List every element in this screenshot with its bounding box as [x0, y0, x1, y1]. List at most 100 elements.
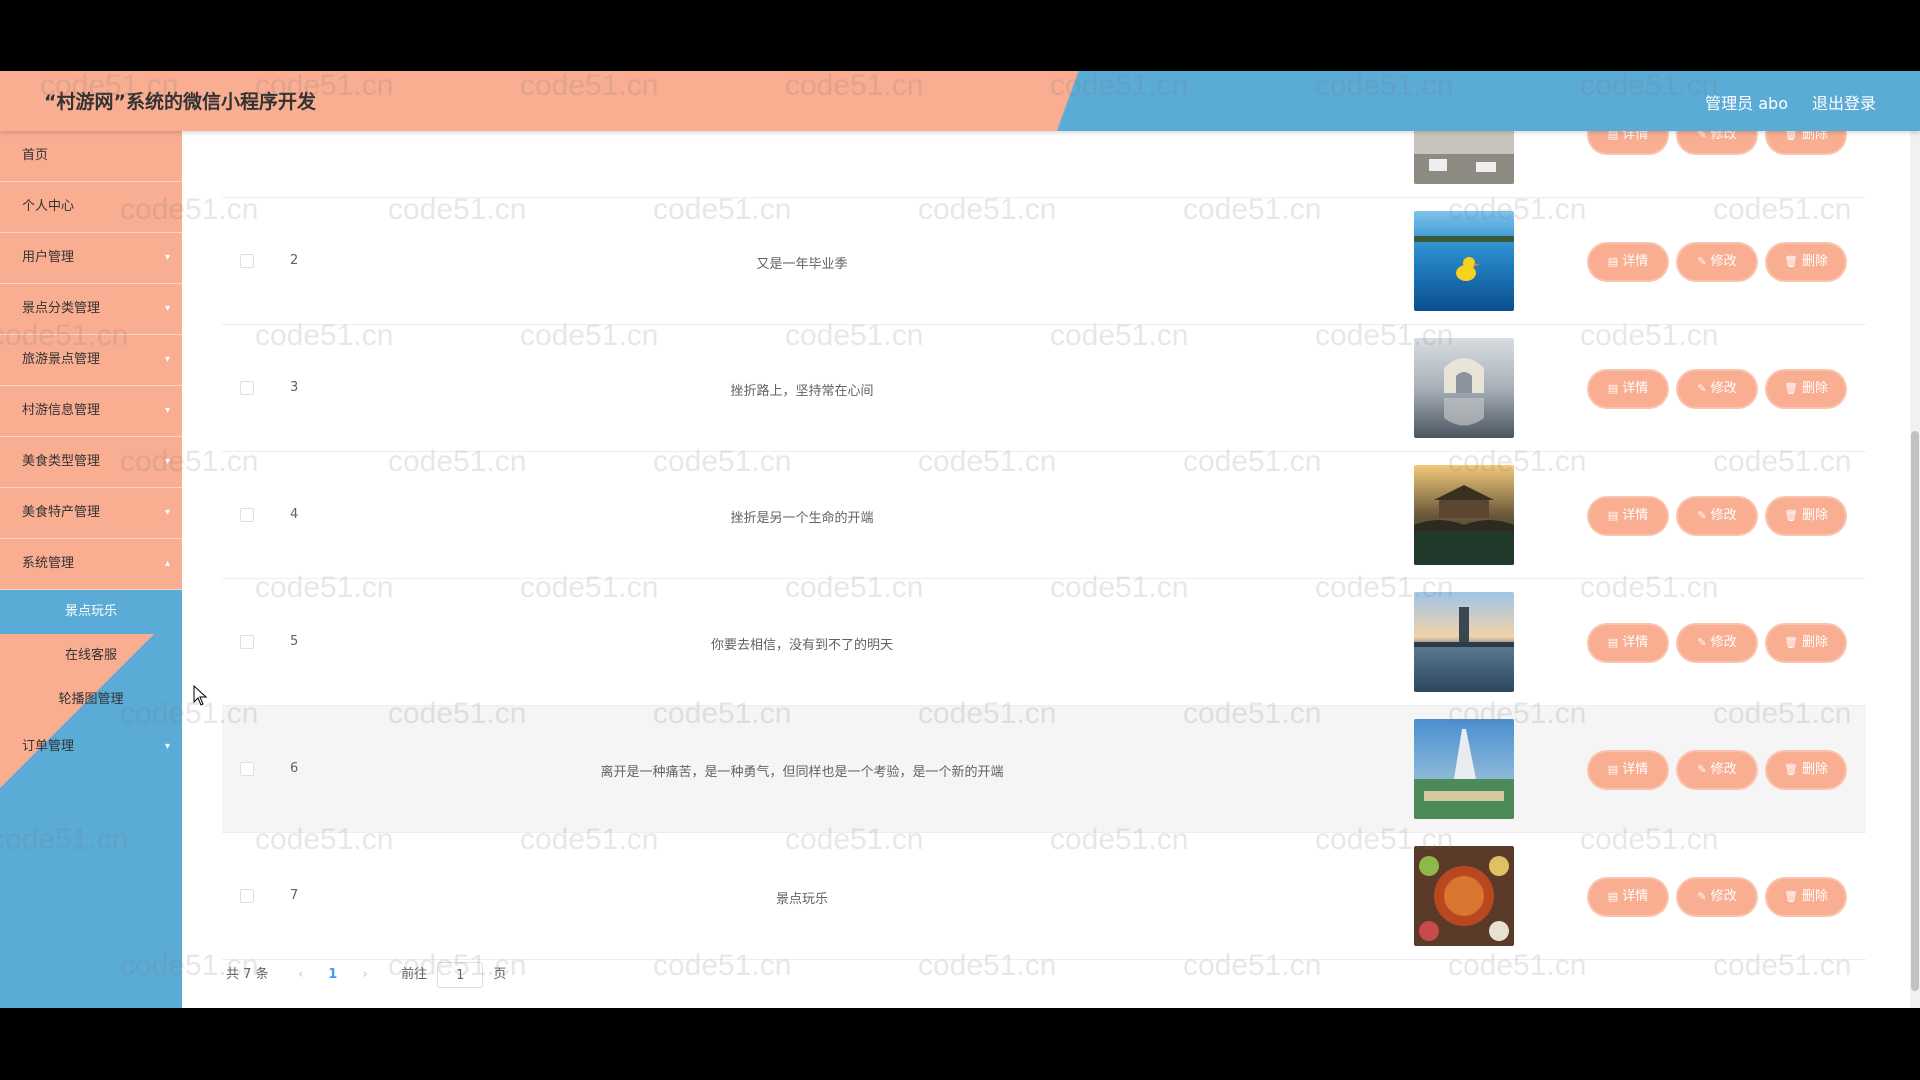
chevron-down-icon: ▾: [164, 303, 170, 314]
detail-button[interactable]: ▤ 详情: [1589, 752, 1667, 788]
row-checkbox[interactable]: [240, 254, 254, 268]
sidebar-item-label: 个人中心: [22, 199, 75, 214]
trash-icon: 🗑: [1784, 131, 1798, 141]
main-content: ▤ 详情 ✎ 修改 🗑 删除 2 又是一年毕业季 ▤ 详情 ✎ 修改 🗑 删除 …: [182, 131, 1920, 1008]
thumbnail-image[interactable]: [1414, 465, 1514, 565]
trash-icon: 🗑: [1784, 890, 1798, 903]
data-table: ▤ 详情 ✎ 修改 🗑 删除 2 又是一年毕业季 ▤ 详情 ✎ 修改 🗑 删除 …: [222, 131, 1866, 960]
pencil-icon: ✎: [1697, 382, 1707, 395]
sidebar-subitem-scenic-fun[interactable]: 景点玩乐: [0, 590, 182, 634]
sidebar-item-system[interactable]: 系统管理 ▴: [0, 539, 182, 590]
app-window: “村游网”系统的微信小程序开发 管理员 abo 退出登录 首页 个人中心 用户管…: [0, 71, 1920, 1008]
thumbnail-image[interactable]: [1414, 719, 1514, 819]
pagination: 共 7 条 ‹ 1 › 前往 页: [226, 960, 506, 990]
delete-button[interactable]: 🗑 删除: [1767, 879, 1845, 915]
table-row: 2 又是一年毕业季 ▤ 详情 ✎ 修改 🗑 删除: [222, 198, 1866, 325]
trash-icon: 🗑: [1784, 255, 1798, 268]
admin-username: 管理员 abo: [1705, 94, 1788, 113]
pencil-icon: ✎: [1697, 509, 1707, 522]
sidebar-item-label: 用户管理: [22, 250, 75, 265]
edit-button[interactable]: ✎ 修改: [1678, 498, 1756, 534]
row-title: 又是一年毕业季: [756, 257, 848, 272]
sidebar-item-food-type[interactable]: 美食类型管理 ▾: [0, 437, 182, 488]
goto-label: 前往: [401, 967, 428, 982]
chevron-down-icon: ▾: [164, 741, 170, 752]
row-index: 5: [290, 634, 299, 649]
document-icon: ▤: [1607, 509, 1619, 522]
edit-button[interactable]: ✎ 修改: [1678, 625, 1756, 661]
prev-page-icon[interactable]: ‹: [287, 960, 315, 990]
thumbnail-image[interactable]: [1414, 592, 1514, 692]
scrollbar-thumb[interactable]: [1911, 431, 1919, 991]
table-row: 5 你要去相信，没有到不了的明天 ▤ 详情 ✎ 修改 🗑 删除: [222, 579, 1866, 706]
pencil-icon: ✎: [1697, 636, 1707, 649]
trash-icon: 🗑: [1784, 763, 1798, 776]
thumbnail-image[interactable]: [1414, 211, 1514, 311]
delete-button[interactable]: 🗑 删除: [1767, 625, 1845, 661]
pencil-icon: ✎: [1697, 763, 1707, 776]
sidebar-item-food-specialty[interactable]: 美食特产管理 ▾: [0, 488, 182, 539]
delete-button[interactable]: 🗑 删除: [1767, 131, 1845, 153]
table-row: 3 挫折路上，坚持常在心间 ▤ 详情 ✎ 修改 🗑 删除: [222, 325, 1866, 452]
sidebar-item-scenic-spots[interactable]: 旅游景点管理 ▾: [0, 335, 182, 386]
edit-button[interactable]: ✎ 修改: [1678, 244, 1756, 280]
sidebar-item-label: 美食特产管理: [22, 505, 101, 520]
thumbnail-image[interactable]: [1414, 338, 1514, 438]
detail-button[interactable]: ▤ 详情: [1589, 879, 1667, 915]
delete-button[interactable]: 🗑 删除: [1767, 498, 1845, 534]
goto-page-input[interactable]: [437, 962, 484, 988]
row-title: 景点玩乐: [775, 892, 828, 907]
document-icon: ▤: [1607, 131, 1619, 141]
delete-button[interactable]: 🗑 删除: [1767, 752, 1845, 788]
table-row: ▤ 详情 ✎ 修改 🗑 删除: [222, 131, 1866, 198]
sidebar-item-label: 系统管理: [22, 556, 75, 571]
edit-button[interactable]: ✎ 修改: [1678, 879, 1756, 915]
sidebar-item-village-info[interactable]: 村游信息管理 ▾: [0, 386, 182, 437]
row-checkbox[interactable]: [240, 762, 254, 776]
detail-button[interactable]: ▤ 详情: [1589, 371, 1667, 407]
chevron-down-icon: ▾: [164, 456, 170, 467]
thumbnail-image[interactable]: [1414, 131, 1514, 184]
detail-button[interactable]: ▤ 详情: [1589, 131, 1667, 153]
sidebar-item-scenic-category[interactable]: 景点分类管理 ▾: [0, 284, 182, 335]
detail-button[interactable]: ▤ 详情: [1589, 498, 1667, 534]
sidebar-item-orders[interactable]: 订单管理 ▾: [0, 722, 182, 773]
page-number-current[interactable]: 1: [319, 960, 347, 990]
row-index: 6: [290, 761, 299, 776]
sidebar-item-profile[interactable]: 个人中心: [0, 182, 182, 233]
sidebar-item-label: 村游信息管理: [22, 403, 101, 418]
thumbnail-image[interactable]: [1414, 846, 1514, 946]
trash-icon: 🗑: [1784, 509, 1798, 522]
chevron-down-icon: ▾: [164, 507, 170, 518]
sidebar-item-label: 景点分类管理: [22, 301, 101, 316]
row-checkbox[interactable]: [240, 381, 254, 395]
edit-button[interactable]: ✎ 修改: [1678, 371, 1756, 407]
pencil-icon: ✎: [1697, 890, 1707, 903]
row-index: 3: [290, 380, 299, 395]
edit-button[interactable]: ✎ 修改: [1678, 131, 1756, 153]
sidebar-subitem-carousel[interactable]: 轮播图管理: [0, 678, 182, 722]
row-index: 4: [290, 507, 299, 522]
edit-button[interactable]: ✎ 修改: [1678, 752, 1756, 788]
vertical-scrollbar[interactable]: [1910, 131, 1920, 1008]
sidebar-item-users[interactable]: 用户管理 ▾: [0, 233, 182, 284]
pagination-total: 共 7 条: [226, 967, 269, 982]
sidebar-item-home[interactable]: 首页: [0, 131, 182, 182]
document-icon: ▤: [1607, 636, 1619, 649]
detail-button[interactable]: ▤ 详情: [1589, 625, 1667, 661]
chevron-down-icon: ▾: [164, 354, 170, 365]
detail-button[interactable]: ▤ 详情: [1589, 244, 1667, 280]
row-checkbox[interactable]: [240, 889, 254, 903]
sidebar-subitem-online-service[interactable]: 在线客服: [0, 634, 182, 678]
delete-button[interactable]: 🗑 删除: [1767, 244, 1845, 280]
trash-icon: 🗑: [1784, 382, 1798, 395]
row-checkbox[interactable]: [240, 508, 254, 522]
delete-button[interactable]: 🗑 删除: [1767, 371, 1845, 407]
sidebar: 首页 个人中心 用户管理 ▾ 景点分类管理 ▾ 旅游景点管理 ▾ 村游信息管理 ▾ 美食…: [0, 131, 182, 1008]
chevron-down-icon: ▾: [164, 252, 170, 263]
next-page-icon[interactable]: ›: [351, 960, 379, 990]
row-title: 你要去相信，没有到不了的明天: [710, 638, 893, 653]
row-checkbox[interactable]: [240, 635, 254, 649]
logout-link[interactable]: 退出登录: [1812, 90, 1876, 114]
document-icon: ▤: [1607, 382, 1619, 395]
